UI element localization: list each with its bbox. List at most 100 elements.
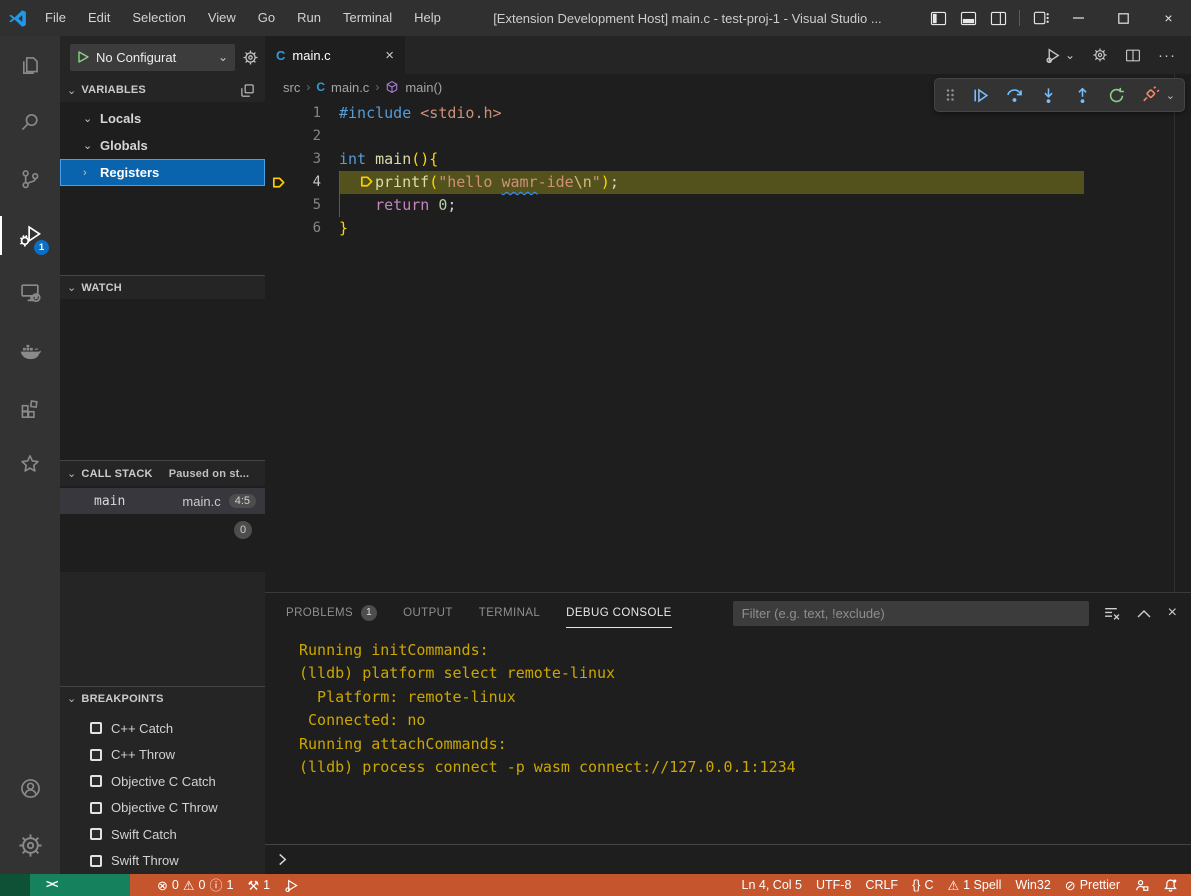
- tab-main-c[interactable]: C main.c ×: [265, 36, 405, 74]
- star-icon[interactable]: [0, 435, 60, 492]
- c-language-icon: C: [276, 48, 285, 63]
- toggle-panel-icon[interactable]: [953, 0, 983, 36]
- close-tab-icon[interactable]: ×: [385, 47, 394, 64]
- notifications-bell-icon[interactable]: [1156, 874, 1185, 896]
- breakpoint-checkbox[interactable]: [90, 775, 102, 787]
- chevron-down-icon[interactable]: ⌄: [1166, 89, 1175, 102]
- close-panel-icon[interactable]: ×: [1168, 604, 1177, 622]
- variables-item-locals[interactable]: ⌄Locals: [60, 105, 265, 132]
- toggle-secondary-sidebar-icon[interactable]: [983, 0, 1013, 36]
- continue-icon[interactable]: [971, 86, 990, 105]
- step-out-icon[interactable]: [1073, 86, 1092, 105]
- menu-file[interactable]: File: [34, 0, 77, 36]
- explorer-icon[interactable]: [0, 36, 60, 93]
- run-and-debug-icon[interactable]: 1: [0, 207, 60, 264]
- copy-value-icon[interactable]: [240, 83, 255, 98]
- console-line: (lldb) process connect -p wasm connect:/…: [299, 756, 1191, 779]
- toolbar-drag-gripper[interactable]: [944, 87, 956, 103]
- breakpoint-checkbox[interactable]: [90, 802, 102, 814]
- formatter-label: Prettier: [1080, 878, 1120, 892]
- source-control-icon[interactable]: [0, 150, 60, 207]
- tools-status[interactable]: ⚒ 1: [240, 874, 277, 896]
- step-over-icon[interactable]: [1005, 86, 1024, 105]
- split-editor-icon[interactable]: [1125, 48, 1141, 63]
- code-line-6[interactable]: 6}: [265, 217, 1191, 240]
- menu-view[interactable]: View: [197, 0, 247, 36]
- menu-selection[interactable]: Selection: [121, 0, 196, 36]
- line-number: 6: [291, 217, 321, 240]
- variables-item-registers[interactable]: ›Registers: [60, 159, 265, 186]
- stack-frame-row[interactable]: main main.c 4:5: [60, 488, 265, 514]
- breakpoint-row-objective-c-catch[interactable]: Objective C Catch: [60, 768, 265, 795]
- breakpoint-label: Swift Catch: [111, 827, 177, 842]
- feedback-person-icon[interactable]: [1127, 874, 1156, 896]
- docker-icon[interactable]: [0, 321, 60, 378]
- clear-console-icon[interactable]: [1103, 605, 1120, 622]
- more-actions-icon[interactable]: ···: [1158, 47, 1176, 64]
- settings-gear-icon[interactable]: [0, 817, 60, 874]
- eol-status[interactable]: CRLF: [858, 874, 905, 896]
- console-filter-input[interactable]: [733, 601, 1089, 626]
- disconnect-icon[interactable]: [1141, 86, 1160, 105]
- debug-settings-gear-icon[interactable]: [242, 49, 259, 66]
- call-stack-empty-area: [60, 572, 265, 686]
- spell-checker-status[interactable]: ⚠ 1 Spell: [940, 874, 1008, 896]
- panel-tab-debug-console[interactable]: DEBUG CONSOLE: [566, 598, 672, 628]
- debug-console-input[interactable]: [265, 844, 1191, 874]
- problems-status[interactable]: ⊗ 0 ⚠ 0 ⓘ 1: [150, 874, 240, 896]
- launch-configuration-dropdown[interactable]: No Configurat ⌄: [70, 44, 235, 71]
- editor-gear-icon[interactable]: [1092, 47, 1108, 63]
- step-into-icon[interactable]: [1039, 86, 1058, 105]
- breakpoint-row-swift-throw[interactable]: Swift Throw: [60, 848, 265, 875]
- menu-run[interactable]: Run: [286, 0, 332, 36]
- breakpoints-section-header[interactable]: ⌄ BREAKPOINTS: [60, 686, 265, 710]
- customize-layout-icon[interactable]: [1026, 0, 1056, 36]
- call-stack-section-header[interactable]: ⌄ CALL STACK Paused on st...: [60, 460, 265, 486]
- panel-tab-output[interactable]: OUTPUT: [403, 593, 453, 633]
- debug-status[interactable]: [277, 874, 306, 896]
- panel-tab-problems[interactable]: PROBLEMS1: [286, 593, 377, 633]
- remote-indicator-secondary[interactable]: [0, 874, 30, 896]
- breakpoint-checkbox[interactable]: [90, 828, 102, 840]
- code-editor[interactable]: 1#include <stdio.h>23int main(){4printf(…: [265, 100, 1191, 592]
- toggle-sidebar-icon[interactable]: [923, 0, 953, 36]
- breakpoint-row-objective-c-throw[interactable]: Objective C Throw: [60, 795, 265, 822]
- maximize-panel-icon[interactable]: [1137, 609, 1151, 618]
- panel-tab-terminal[interactable]: TERMINAL: [479, 593, 540, 633]
- run-or-debug-button[interactable]: ⌄: [1045, 47, 1075, 64]
- watch-section-header[interactable]: ⌄ WATCH: [60, 275, 265, 299]
- search-icon[interactable]: [0, 93, 60, 150]
- code-line-3[interactable]: 3int main(){: [265, 148, 1191, 171]
- breadcrumb-folder[interactable]: src: [283, 80, 300, 95]
- remote-indicator[interactable]: ><: [30, 874, 130, 896]
- breakpoint-checkbox[interactable]: [90, 722, 102, 734]
- breadcrumb-file[interactable]: main.c: [331, 80, 369, 95]
- code-line-4[interactable]: 4printf("hello wamr-ide\n");: [265, 171, 1191, 194]
- remote-explorer-icon[interactable]: [0, 264, 60, 321]
- restart-icon[interactable]: [1107, 86, 1126, 105]
- menu-help[interactable]: Help: [403, 0, 452, 36]
- code-line-5[interactable]: 5 return 0;: [265, 194, 1191, 217]
- breakpoint-row-swift-catch[interactable]: Swift Catch: [60, 821, 265, 848]
- variables-section-header[interactable]: ⌄ VARIABLES: [60, 78, 265, 102]
- variables-item-globals[interactable]: ⌄Globals: [60, 132, 265, 159]
- encoding-status[interactable]: UTF-8: [809, 874, 858, 896]
- menu-terminal[interactable]: Terminal: [332, 0, 403, 36]
- minimize-button[interactable]: [1056, 0, 1101, 36]
- extensions-icon[interactable]: [0, 378, 60, 435]
- platform-status[interactable]: Win32: [1008, 874, 1057, 896]
- accounts-icon[interactable]: [0, 760, 60, 817]
- breakpoint-row-c-throw[interactable]: C++ Throw: [60, 742, 265, 769]
- cursor-position-status[interactable]: Ln 4, Col 5: [735, 874, 809, 896]
- close-window-button[interactable]: ×: [1146, 0, 1191, 36]
- language-mode-status[interactable]: {} C: [905, 874, 940, 896]
- breakpoint-row-c-catch[interactable]: C++ Catch: [60, 715, 265, 742]
- formatter-status[interactable]: ⊘ Prettier: [1058, 874, 1127, 896]
- breadcrumb-symbol[interactable]: main(): [405, 80, 442, 95]
- maximize-button[interactable]: [1101, 0, 1146, 36]
- menu-edit[interactable]: Edit: [77, 0, 121, 36]
- breakpoint-checkbox[interactable]: [90, 749, 102, 761]
- code-line-2[interactable]: 2: [265, 125, 1191, 148]
- menu-go[interactable]: Go: [247, 0, 286, 36]
- breakpoint-checkbox[interactable]: [90, 855, 102, 867]
